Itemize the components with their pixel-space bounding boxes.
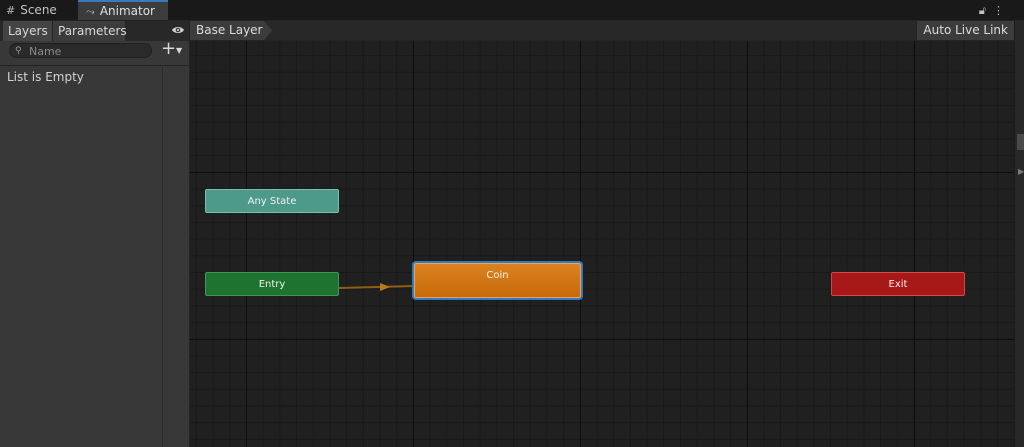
lock-icon[interactable]: 🔓︎ [979, 4, 986, 17]
breadcrumb[interactable]: Base Layer [190, 21, 272, 40]
tab-tools: 🔓︎ ⋮ [972, 0, 1004, 20]
editor-tab-bar: # Scene ⤳ Animator 🔓︎ ⋮ [0, 0, 1024, 21]
eye-icon[interactable] [171, 23, 185, 37]
scrollbar-thumb[interactable] [1017, 134, 1024, 150]
chevron-right-icon[interactable]: ▶ [1018, 167, 1024, 176]
search-icon: ⚲ [15, 46, 22, 56]
state-node-coin[interactable]: Coin [414, 263, 581, 298]
tab-scene-label: Scene [20, 3, 57, 17]
add-parameter-button[interactable]: + ▼ [158, 38, 186, 60]
tab-animator[interactable]: ⤳ Animator [78, 0, 168, 20]
tab-scene[interactable]: # Scene [0, 0, 82, 20]
state-node-entry[interactable]: Entry [205, 272, 339, 296]
tab-parameters[interactable]: Parameters [53, 21, 127, 41]
tab-layers[interactable]: Layers [3, 21, 53, 41]
search-input[interactable]: ⚲ Name [9, 43, 152, 58]
more-options-icon[interactable]: ⋮ [993, 4, 1004, 17]
search-placeholder: Name [29, 45, 62, 58]
transition-arrow[interactable] [339, 282, 414, 292]
search-row: ⚲ Name + ▼ [0, 38, 189, 63]
grid-icon: # [6, 4, 16, 17]
state-node-exit[interactable]: Exit [831, 272, 965, 296]
state-node-any-state[interactable]: Any State [205, 189, 339, 213]
state-machine-graph[interactable]: Any State Entry Coin Exit [190, 41, 1014, 447]
auto-live-link-button[interactable]: Auto Live Link [916, 21, 1014, 40]
parameters-panel: Layers Parameters ⚲ Name + ▼ List is Emp… [0, 21, 190, 447]
empty-list-message: List is Empty [7, 70, 84, 84]
animator-icon: ⤳ [86, 5, 95, 18]
vertical-scrollbar[interactable]: ▶ [1014, 21, 1024, 447]
tab-animator-label: Animator [99, 4, 155, 18]
divider [0, 65, 189, 66]
breadcrumb-bar: Base Layer Auto Live Link [190, 21, 1014, 41]
chevron-down-icon: ▼ [176, 46, 183, 55]
divider [162, 65, 163, 447]
plus-icon: + [161, 38, 177, 59]
